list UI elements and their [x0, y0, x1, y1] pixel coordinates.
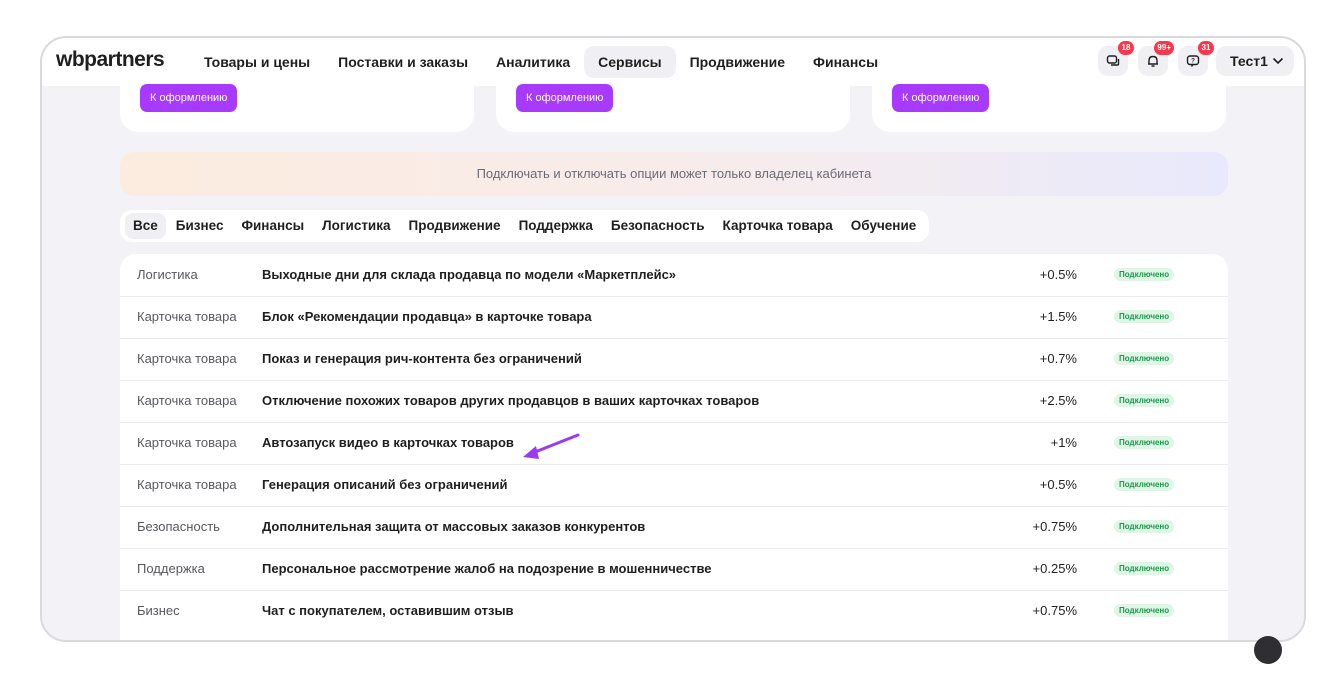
- service-card: К оформлению: [496, 78, 850, 132]
- option-percent: +1.5%: [1039, 309, 1077, 324]
- table-row[interactable]: Логистика Выходные дни для склада продав…: [120, 254, 1228, 297]
- table-row[interactable]: Карточка товара Автозапуск видео в карто…: [120, 422, 1228, 465]
- main-nav: Товары и цены Поставки и заказы Аналитик…: [190, 46, 892, 78]
- option-percent: +0.5%: [1039, 477, 1077, 492]
- options-table: Логистика Выходные дни для склада продав…: [120, 254, 1228, 640]
- table-row[interactable]: Бизнес Чат с покупателем, оставившим отз…: [120, 590, 1228, 632]
- option-percent: +0.5%: [1039, 267, 1077, 282]
- option-name: Дополнительная защита от массовых заказо…: [262, 519, 646, 534]
- support-icon: ?: [1186, 55, 1200, 67]
- chat-badge: 18: [1118, 41, 1134, 55]
- app-window: wbpartners Товары и цены Поставки и зака…: [40, 36, 1306, 642]
- nav-item-finance[interactable]: Финансы: [799, 46, 892, 78]
- checkout-button[interactable]: К оформлению: [892, 84, 990, 112]
- option-name: Персональное рассмотрение жалоб на подоз…: [262, 561, 712, 576]
- bell-icon: [1148, 55, 1158, 67]
- notifications-badge: 99+: [1154, 41, 1174, 55]
- tab-finance[interactable]: Финансы: [233, 213, 312, 239]
- option-category: Бизнес: [137, 603, 180, 618]
- option-percent: +0.25%: [1032, 561, 1077, 576]
- table-row[interactable]: Поддержка Персональное рассмотрение жало…: [120, 548, 1228, 591]
- tab-all[interactable]: Все: [125, 213, 166, 239]
- nav-item-analytics[interactable]: Аналитика: [482, 46, 584, 78]
- table-row[interactable]: Карточка товара Блок «Рекомендации прода…: [120, 296, 1228, 339]
- option-percent: +0.75%: [1032, 519, 1077, 534]
- nav-item-promotion[interactable]: Продвижение: [676, 46, 799, 78]
- support-badge: 31: [1198, 41, 1214, 55]
- status-badge: Подключено: [1114, 604, 1175, 617]
- status-badge: Подключено: [1114, 562, 1175, 575]
- status-badge: Подключено: [1114, 394, 1175, 407]
- option-category: Поддержка: [137, 561, 205, 576]
- nav-item-products[interactable]: Товары и цены: [190, 46, 324, 78]
- status-badge: Подключено: [1114, 436, 1175, 449]
- option-percent: +2.5%: [1039, 393, 1077, 408]
- chevron-down-icon: [1272, 57, 1284, 65]
- service-card: К оформлению: [872, 78, 1226, 132]
- option-category: Карточка товара: [137, 477, 237, 492]
- nav-item-services[interactable]: Сервисы: [584, 46, 676, 78]
- floating-action-button[interactable]: [1254, 636, 1282, 664]
- table-row[interactable]: Карточка товара Генерация описаний без о…: [120, 464, 1228, 507]
- option-percent: +0.75%: [1032, 603, 1077, 618]
- status-badge: Подключено: [1114, 268, 1175, 281]
- table-row[interactable]: Безопасность Дополнительная защита от ма…: [120, 506, 1228, 549]
- tab-learning[interactable]: Обучение: [843, 213, 924, 239]
- option-percent: +0.7%: [1039, 351, 1077, 366]
- checkout-button[interactable]: К оформлению: [516, 84, 614, 112]
- chat-button[interactable]: 18: [1098, 41, 1134, 76]
- checkout-button[interactable]: К оформлению: [140, 84, 238, 112]
- option-name: Генерация описаний без ограничений: [262, 477, 508, 492]
- option-category: Карточка товара: [137, 351, 237, 366]
- option-category: Карточка товара: [137, 435, 237, 450]
- tab-support[interactable]: Поддержка: [511, 213, 601, 239]
- tab-business[interactable]: Бизнес: [168, 213, 232, 239]
- tab-product-card[interactable]: Карточка товара: [715, 213, 841, 239]
- user-name: Тест1: [1230, 53, 1268, 69]
- status-badge: Подключено: [1114, 520, 1175, 533]
- svg-text:?: ?: [1191, 58, 1195, 65]
- tab-security[interactable]: Безопасность: [603, 213, 713, 239]
- table-row[interactable]: Карточка товара Показ и генерация рич-ко…: [120, 338, 1228, 381]
- service-card: К оформлению: [120, 78, 474, 132]
- notifications-button[interactable]: 99+: [1138, 41, 1174, 76]
- wbpartners-logo[interactable]: wbpartners: [56, 48, 165, 72]
- table-row[interactable]: Карточка товара Отключение похожих товар…: [120, 380, 1228, 423]
- support-button[interactable]: ? 31: [1178, 41, 1214, 76]
- option-name: Показ и генерация рич-контента без огран…: [262, 351, 582, 366]
- owner-only-notice: Подключать и отключать опции может тольк…: [120, 152, 1228, 196]
- user-menu[interactable]: Тест1: [1216, 46, 1294, 76]
- annotation-arrow-icon: [523, 433, 580, 459]
- option-category: Логистика: [137, 267, 198, 282]
- option-name: Автозапуск видео в карточках товаров: [262, 435, 514, 450]
- status-badge: Подключено: [1114, 310, 1175, 323]
- status-badge: Подключено: [1114, 478, 1175, 491]
- nav-item-supplies[interactable]: Поставки и заказы: [324, 46, 482, 78]
- option-percent: +1%: [1050, 435, 1077, 450]
- option-name: Отключение похожих товаров других продав…: [262, 393, 760, 408]
- option-name: Выходные дни для склада продавца по моде…: [262, 267, 677, 282]
- status-badge: Подключено: [1114, 352, 1175, 365]
- option-name: Чат с покупателем, оставившим отзыв: [262, 603, 514, 618]
- option-category: Карточка товара: [137, 309, 237, 324]
- tab-logistics[interactable]: Логистика: [314, 213, 398, 239]
- chat-icon: [1106, 55, 1120, 66]
- tab-promotion[interactable]: Продвижение: [401, 213, 509, 239]
- category-tabs: Все Бизнес Финансы Логистика Продвижение…: [120, 210, 930, 242]
- option-category: Безопасность: [137, 519, 220, 534]
- option-category: Карточка товара: [137, 393, 237, 408]
- option-name: Блок «Рекомендации продавца» в карточке …: [262, 309, 592, 324]
